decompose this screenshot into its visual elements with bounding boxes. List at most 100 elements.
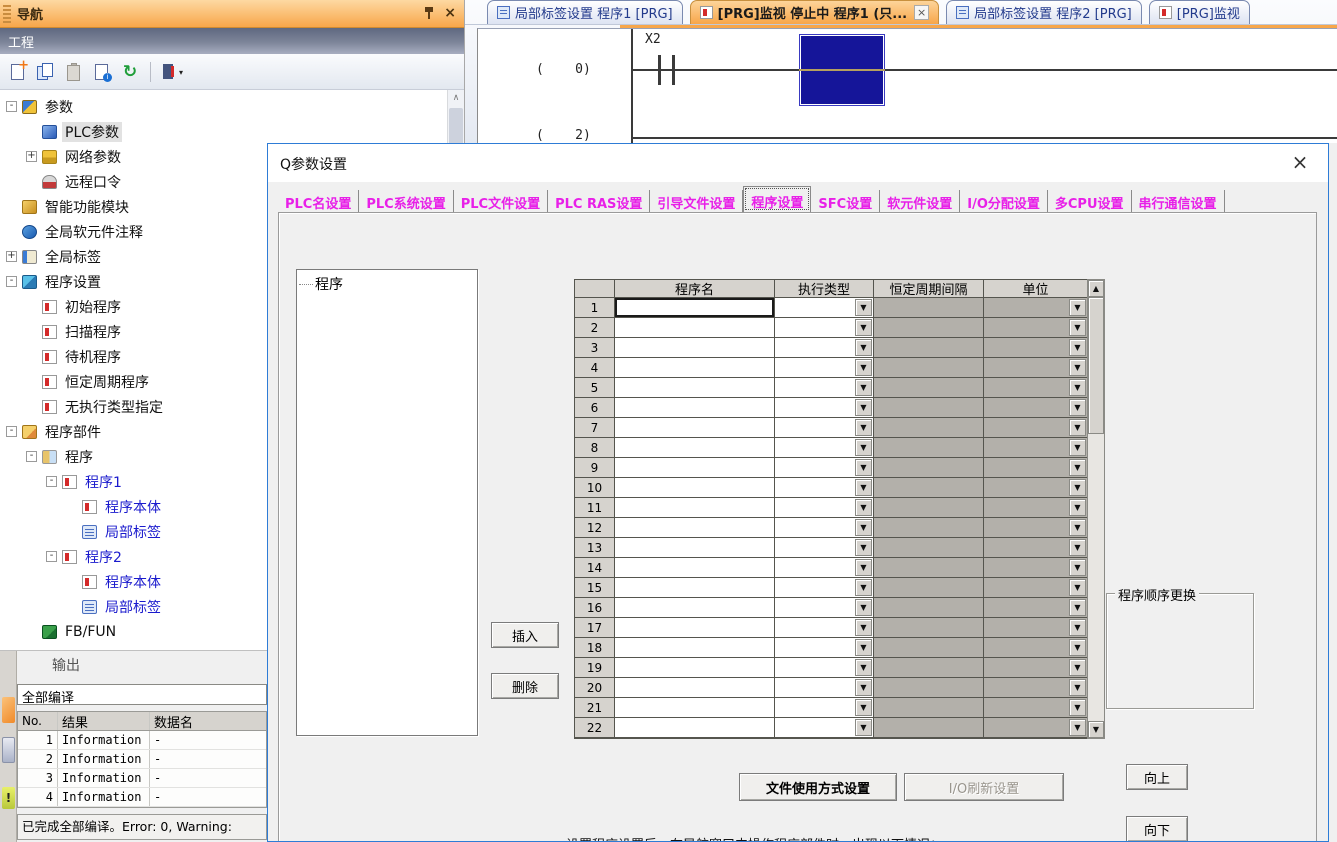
execution-type-cell[interactable]: ▼ [775,518,874,538]
output-row[interactable]: 3Information- [18,769,266,788]
execution-type-cell[interactable]: ▼ [775,638,874,658]
unit-dropdown-icon[interactable]: ▼ [1069,299,1086,316]
execution-type-cell[interactable]: ▼ [775,338,874,358]
unit-cell[interactable]: ▼ [984,338,1087,358]
auto-hide-pin-icon[interactable] [424,6,434,20]
unit-cell[interactable]: ▼ [984,378,1087,398]
program-name-cell[interactable] [615,698,775,718]
execution-type-cell[interactable]: ▼ [775,718,874,738]
collapse-icon[interactable]: - [46,476,57,487]
move-down-button[interactable]: 向下 [1126,816,1188,842]
document-tab[interactable]: [PRG]监视 停止中 程序1 (只...× [690,0,939,24]
unit-dropdown-icon[interactable]: ▼ [1069,639,1086,656]
program-name-cell[interactable] [615,678,775,698]
scroll-up-icon[interactable]: ▲ [1088,280,1104,297]
unit-cell[interactable]: ▼ [984,318,1087,338]
dialog-titlebar[interactable]: Q参数设置 × [268,144,1328,182]
tree-item-PLC参数[interactable]: PLC参数 [0,119,447,144]
filter-icon[interactable]: ▾ [159,60,183,84]
collapse-icon[interactable]: - [26,451,37,462]
unit-dropdown-icon[interactable]: ▼ [1069,359,1086,376]
program-name-cell[interactable] [615,398,775,418]
unit-dropdown-icon[interactable]: ▼ [1069,719,1086,736]
new-item-icon[interactable]: + [6,60,30,84]
unit-dropdown-icon[interactable]: ▼ [1069,619,1086,636]
unit-dropdown-icon[interactable]: ▼ [1069,419,1086,436]
unit-cell[interactable]: ▼ [984,458,1087,478]
dialog-tab-PLC RAS设置[interactable]: PLC RAS设置 [548,190,650,212]
refresh-icon[interactable]: ↻ [118,60,142,84]
tree-item-参数[interactable]: -参数 [0,94,447,119]
table-scrollbar[interactable]: ▲ ▼ [1087,279,1105,739]
execution-type-dropdown-icon[interactable]: ▼ [855,499,872,516]
execution-type-dropdown-icon[interactable]: ▼ [855,699,872,716]
output-row[interactable]: 1Information- [18,731,266,750]
unit-dropdown-icon[interactable]: ▼ [1069,659,1086,676]
execution-type-cell[interactable]: ▼ [775,678,874,698]
execution-type-dropdown-icon[interactable]: ▼ [855,299,872,316]
program-name-cell[interactable] [615,358,775,378]
copy-icon[interactable] [34,60,58,84]
unit-cell[interactable]: ▼ [984,678,1087,698]
execution-type-dropdown-icon[interactable]: ▼ [855,319,872,336]
execution-type-cell[interactable]: ▼ [775,318,874,338]
execution-type-cell[interactable]: ▼ [775,698,874,718]
program-name-cell[interactable] [615,418,775,438]
execution-type-cell[interactable]: ▼ [775,458,874,478]
execution-type-cell[interactable]: ▼ [775,418,874,438]
program-name-cell[interactable] [615,578,775,598]
execution-type-cell[interactable]: ▼ [775,378,874,398]
execution-type-cell[interactable]: ▼ [775,538,874,558]
unit-dropdown-icon[interactable]: ▼ [1069,459,1086,476]
expand-icon[interactable]: + [6,251,17,262]
unit-dropdown-icon[interactable]: ▼ [1069,559,1086,576]
program-name-cell[interactable] [615,438,775,458]
ladder-canvas[interactable]: ( 0) ( 2) X2 [477,28,1337,143]
unit-cell[interactable]: ▼ [984,578,1087,598]
execution-type-dropdown-icon[interactable]: ▼ [855,339,872,356]
unit-cell[interactable]: ▼ [984,618,1087,638]
docked-window-icon[interactable] [2,697,15,723]
unit-dropdown-icon[interactable]: ▼ [1069,339,1086,356]
collapse-icon[interactable]: - [46,551,57,562]
delete-button[interactable]: 删除 [491,673,559,699]
program-name-cell[interactable] [615,538,775,558]
dialog-tab-SFC设置[interactable]: SFC设置 [811,190,880,212]
execution-type-cell[interactable]: ▼ [775,558,874,578]
unit-cell[interactable]: ▼ [984,598,1087,618]
execution-type-dropdown-icon[interactable]: ▼ [855,679,872,696]
dialog-tab-多CPU设置[interactable]: 多CPU设置 [1048,190,1132,212]
unit-dropdown-icon[interactable]: ▼ [1069,379,1086,396]
unit-cell[interactable]: ▼ [984,658,1087,678]
program-name-cell[interactable] [615,478,775,498]
unit-dropdown-icon[interactable]: ▼ [1069,519,1086,536]
unit-dropdown-icon[interactable]: ▼ [1069,439,1086,456]
unit-dropdown-icon[interactable]: ▼ [1069,579,1086,596]
execution-type-cell[interactable]: ▼ [775,658,874,678]
unit-dropdown-icon[interactable]: ▼ [1069,679,1086,696]
docked-window-icon-2[interactable] [2,737,15,763]
program-name-cell[interactable] [615,618,775,638]
execution-type-dropdown-icon[interactable]: ▼ [855,659,872,676]
unit-cell[interactable]: ▼ [984,478,1087,498]
dialog-close-icon[interactable]: × [1288,150,1312,174]
program-name-cell[interactable] [615,378,775,398]
close-icon[interactable]: × [444,6,456,20]
unit-dropdown-icon[interactable]: ▼ [1069,399,1086,416]
execution-type-cell[interactable]: ▼ [775,398,874,418]
program-name-cell[interactable] [615,598,775,618]
dialog-tab-PLC系统设置[interactable]: PLC系统设置 [359,190,453,212]
execution-type-dropdown-icon[interactable]: ▼ [855,439,872,456]
execution-type-cell[interactable]: ▼ [775,618,874,638]
unit-cell[interactable]: ▼ [984,418,1087,438]
execution-type-dropdown-icon[interactable]: ▼ [855,459,872,476]
execution-type-dropdown-icon[interactable]: ▼ [855,359,872,376]
collapse-icon[interactable]: - [6,276,17,287]
execution-type-dropdown-icon[interactable]: ▼ [855,639,872,656]
unit-cell[interactable]: ▼ [984,358,1087,378]
unit-cell[interactable]: ▼ [984,698,1087,718]
property-icon[interactable]: i [90,60,114,84]
output-category-combobox[interactable]: 全部编译 [17,684,267,705]
execution-type-dropdown-icon[interactable]: ▼ [855,519,872,536]
collapse-icon[interactable]: - [6,101,17,112]
